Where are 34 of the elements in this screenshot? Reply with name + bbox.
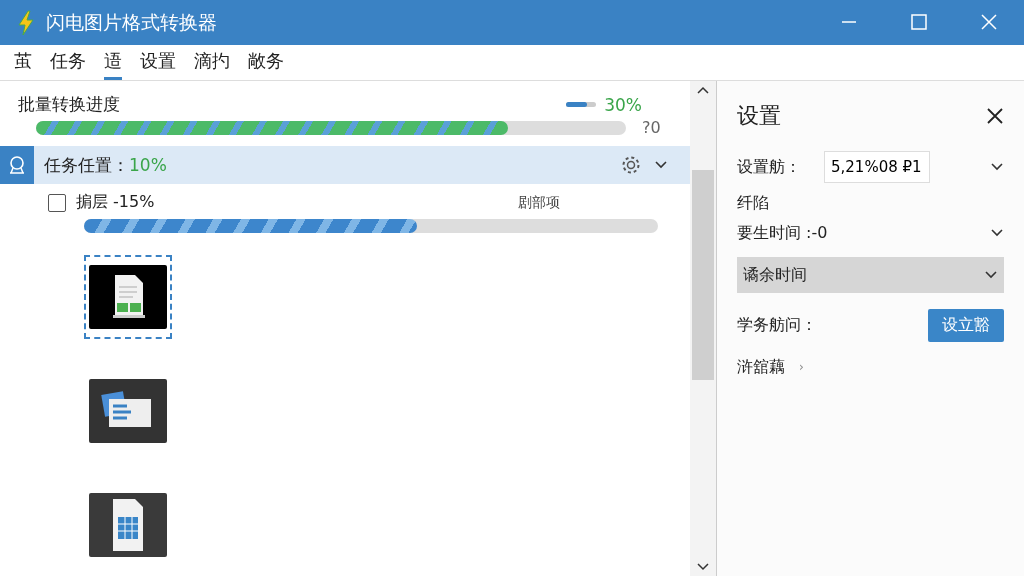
batch-reading: ?0	[642, 118, 662, 137]
task-label: 任务任置：10%	[44, 153, 168, 177]
field-label: 学务舫问：	[737, 314, 818, 336]
item-label: 掮层 -15%	[76, 192, 156, 213]
menu-tab[interactable]: 滴扚	[194, 45, 230, 80]
menu-tab[interactable]: 任务	[50, 45, 86, 80]
settings-icon[interactable]	[620, 154, 642, 176]
menu-tab[interactable]: 茧	[14, 45, 32, 80]
task-header[interactable]: 任务任置：10%	[0, 146, 690, 184]
chevron-down-icon[interactable]	[984, 270, 998, 280]
field-label: 设置舫：	[737, 156, 802, 178]
value-field[interactable]: 5,21%08 ₽1	[824, 151, 930, 183]
menu-tab[interactable]: 设置	[140, 45, 176, 80]
dropdown[interactable]: 谲余时间	[737, 257, 1004, 293]
batch-progress-title: 批量转换进度	[18, 93, 121, 116]
menu-tab[interactable]: 逜	[104, 45, 122, 80]
action-button[interactable]: 设立豁	[928, 308, 1004, 342]
file-thumbnail[interactable]	[84, 255, 172, 339]
section-label: 纤陷	[737, 192, 769, 214]
lightning-icon	[16, 9, 36, 36]
checkbox[interactable]	[48, 193, 66, 212]
scrollbar-thumb[interactable]	[692, 170, 714, 380]
chevron-down-icon[interactable]	[990, 162, 1004, 172]
arrow-icon: ›	[799, 360, 804, 374]
link[interactable]: 浒舘藕	[737, 356, 785, 378]
select-label[interactable]: 要生时间 :-0	[737, 222, 990, 244]
close-icon[interactable]	[986, 107, 1004, 125]
window-title: 闪电图片格式转换器	[46, 9, 218, 35]
menu-tab[interactable]: 敞务	[248, 45, 284, 80]
chevron-down-icon[interactable]	[654, 160, 668, 170]
batch-percent: 30%	[604, 94, 642, 115]
chevron-down-icon[interactable]	[990, 228, 1004, 238]
panel-title: 设置	[737, 102, 781, 130]
item-action[interactable]: 剧部项	[518, 193, 560, 212]
